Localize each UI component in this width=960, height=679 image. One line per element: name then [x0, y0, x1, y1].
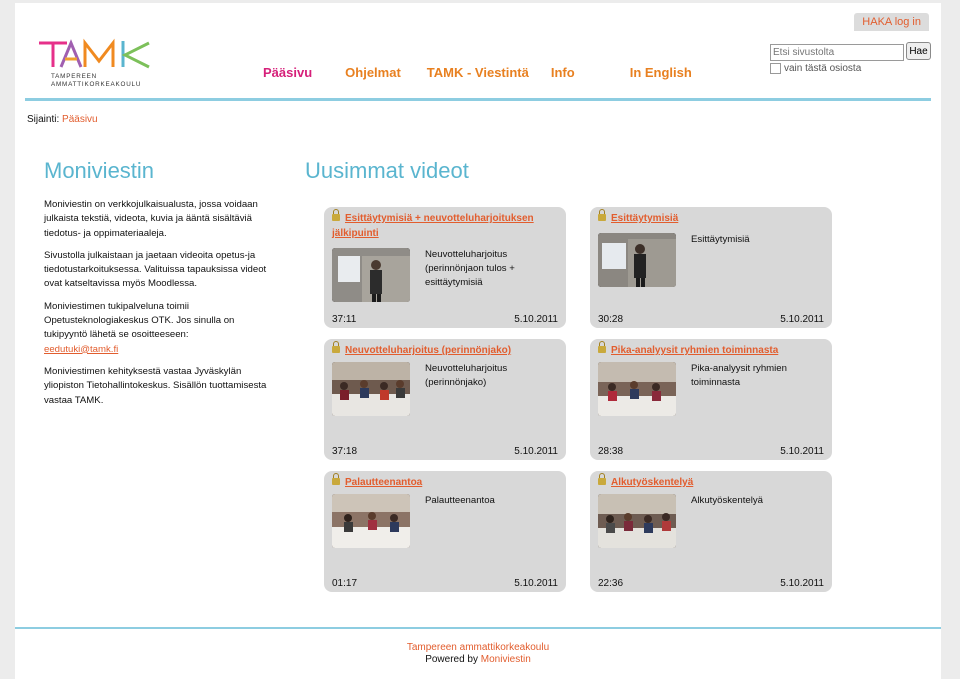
video-date: 5.10.2011: [514, 446, 558, 457]
video-date: 5.10.2011: [780, 314, 824, 325]
lock-icon: [332, 473, 340, 485]
moniviestin-title: Moniviestin: [44, 158, 155, 183]
nav-tamk-viestinta[interactable]: TAMK - Viestintä: [427, 65, 529, 80]
intro-paragraph-3: Moniviestimen tukipalveluna toimii Opetu…: [44, 300, 235, 355]
video-thumbnail[interactable]: [598, 494, 676, 548]
lock-icon: [332, 209, 340, 221]
video-duration: 22:36: [598, 578, 624, 589]
support-email-link[interactable]: eedutuki@tamk.fi: [44, 344, 118, 355]
video-description: Neuvotteluharjoitus (perinnönjako): [425, 363, 508, 388]
nav-ohjelmat[interactable]: Ohjelmat: [345, 65, 401, 80]
search-box: Hae: [770, 42, 931, 61]
video-date: 5.10.2011: [514, 578, 558, 589]
nav-info[interactable]: Info: [551, 65, 575, 80]
intro-paragraph-4: Moniviestimen kehityksestä vastaa Jyväsk…: [44, 365, 267, 406]
video-date: 5.10.2011: [780, 578, 824, 589]
video-date: 5.10.2011: [780, 446, 824, 457]
video-duration: 30:28: [598, 314, 624, 325]
video-duration: 37:11: [332, 314, 357, 325]
video-description: Esittäytymisiä: [691, 234, 750, 245]
video-duration: 28:38: [598, 446, 624, 457]
video-title-link[interactable]: Pika-analyysit ryhmien toiminnasta: [598, 341, 828, 358]
header-divider: [25, 98, 931, 101]
footer-moniviestin-link[interactable]: Moniviestin: [481, 654, 531, 665]
video-card[interactable]: Pika-analyysit ryhmien toiminnasta Pika-…: [590, 339, 832, 460]
logo-subtitle: TAMPEREEN AMMATTIKORKEAKOULU: [51, 73, 142, 88]
search-button[interactable]: Hae: [906, 42, 931, 60]
video-thumbnail[interactable]: [598, 362, 676, 416]
footer-powered-by: Powered by Moniviestin: [425, 654, 531, 665]
main-nav: Pääsivu Ohjelmat TAMK - Viestintä Info I…: [263, 65, 692, 80]
lock-icon: [332, 341, 340, 353]
latest-videos-title: Uusimmat videot: [305, 158, 469, 183]
search-scope-checkbox[interactable]: [770, 63, 781, 74]
intro-paragraph-1: Moniviestin on verkkojulkaisualusta, jos…: [44, 199, 258, 239]
video-thumbnail[interactable]: [332, 248, 410, 302]
search-scope-label: vain tästä osiosta: [784, 63, 862, 74]
video-card[interactable]: Esittäytymisiä Esittäytymisiä 30:28 5.10…: [590, 207, 832, 328]
video-date: 5.10.2011: [514, 314, 558, 325]
intro-paragraph-2: Sivustolla julkaistaan ja jaetaan videoi…: [44, 249, 267, 290]
video-description: Palautteenantoa: [425, 495, 495, 506]
page: HAKA log in TAMPEREEN AMMATTIKORKEAKOULU…: [15, 3, 941, 679]
video-title-link[interactable]: Neuvotteluharjoitus (perinnönjako): [332, 341, 562, 358]
lock-icon: [598, 209, 606, 221]
video-duration: 01:17: [332, 578, 358, 589]
video-thumbnail[interactable]: [332, 494, 410, 548]
footer-divider: [15, 627, 941, 629]
haka-login-link[interactable]: HAKA log in: [854, 13, 929, 31]
video-card[interactable]: Alkutyöskentelyä Alkutyöskentelyä 22:36 …: [590, 471, 832, 592]
video-description: Alkutyöskentelyä: [691, 495, 763, 506]
breadcrumb: Sijainti: Pääsivu: [27, 114, 98, 125]
video-thumbnail[interactable]: [598, 233, 676, 287]
search-scope: vain tästä osiosta: [770, 63, 861, 74]
video-title-link[interactable]: Esittäytymisiä: [598, 209, 828, 226]
video-card[interactable]: Esittäytymisiä + neuvotteluharjoituksen …: [324, 207, 566, 328]
breadcrumb-prefix: Sijainti:: [27, 114, 60, 125]
video-thumbnail[interactable]: [332, 362, 410, 416]
search-input[interactable]: [770, 44, 904, 61]
lock-icon: [598, 473, 606, 485]
video-title-link[interactable]: Palautteenantoa: [332, 473, 562, 490]
nav-paasivu[interactable]: Pääsivu: [263, 65, 312, 80]
video-duration: 37:18: [332, 446, 358, 457]
breadcrumb-current[interactable]: Pääsivu: [62, 114, 98, 125]
footer-org-link[interactable]: Tampereen ammattikorkeakoulu: [15, 642, 941, 653]
video-title-link[interactable]: Esittäytymisiä + neuvotteluharjoituksen …: [332, 209, 562, 241]
lock-icon: [598, 341, 606, 353]
video-card[interactable]: Palautteenantoa Palautteenantoa 01:17 5.…: [324, 471, 566, 592]
video-description: Neuvotteluharjoitus (perinnönjaon tulos …: [425, 249, 515, 288]
video-card[interactable]: Neuvotteluharjoitus (perinnönjako) Neuvo…: [324, 339, 566, 460]
video-title-link[interactable]: Alkutyöskentelyä: [598, 473, 828, 490]
video-description: Pika-analyysit ryhmien toiminnasta: [691, 363, 787, 388]
nav-in-english[interactable]: In English: [630, 65, 692, 80]
intro-text: Moniviestin on verkkojulkaisualusta, jos…: [44, 198, 269, 416]
